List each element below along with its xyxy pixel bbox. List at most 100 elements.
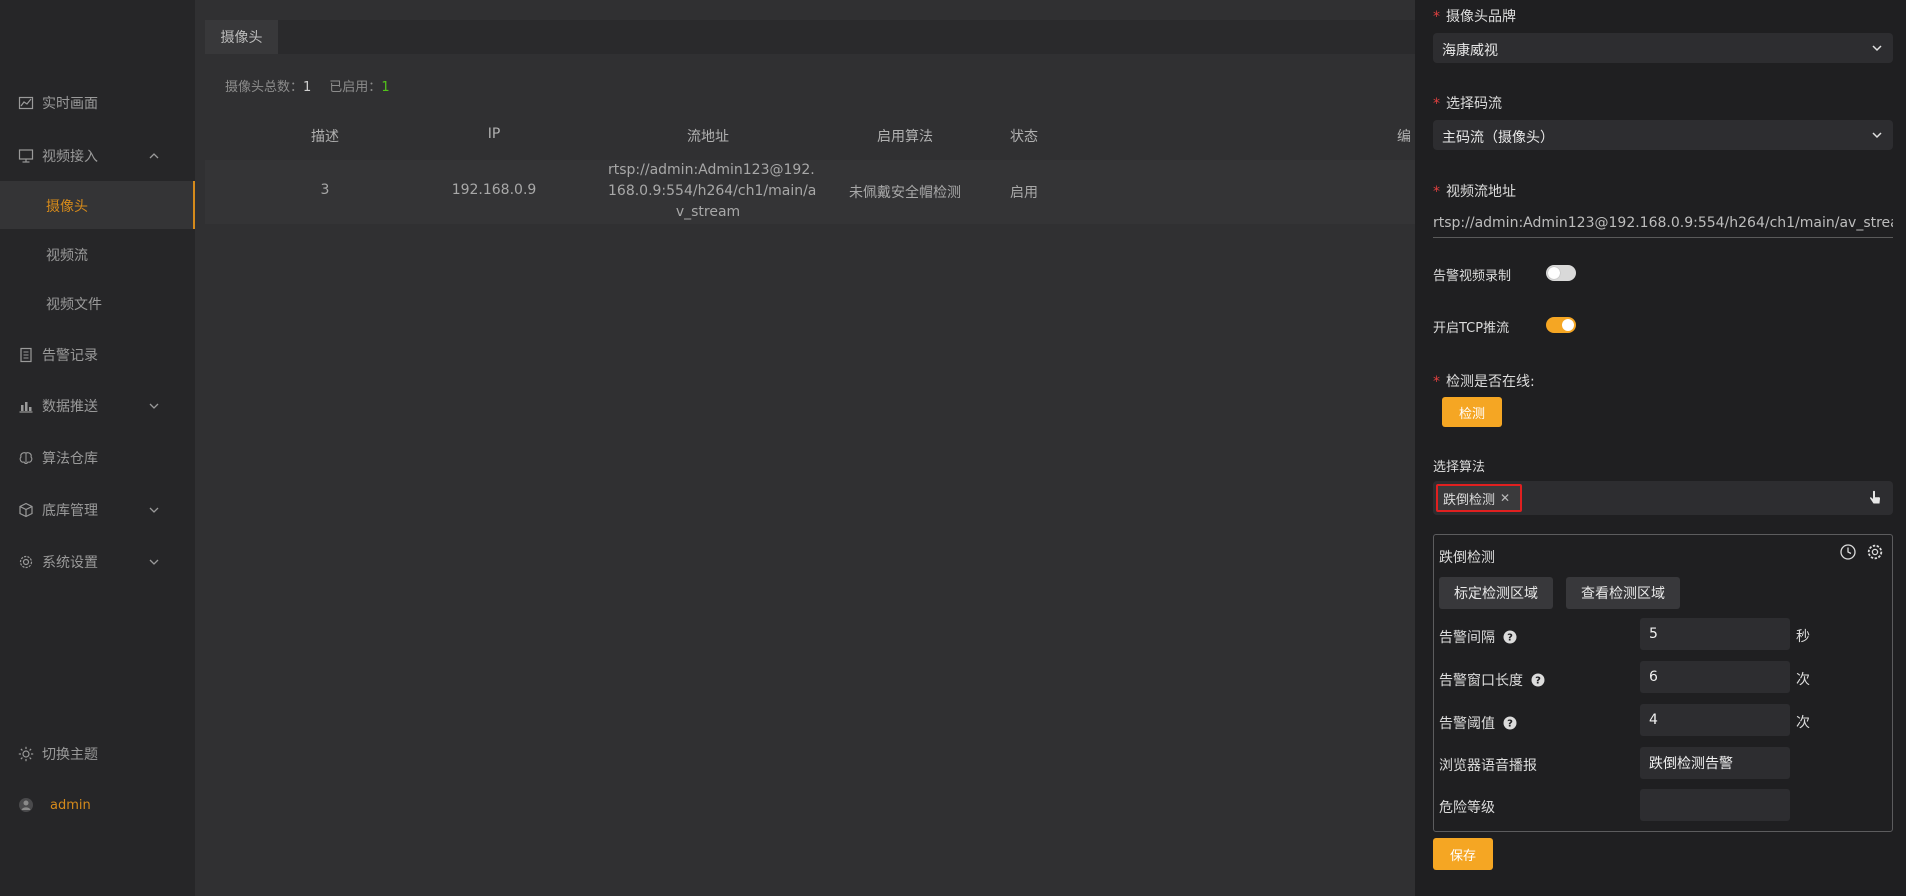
nav-label: 底库管理 <box>42 503 98 519</box>
online-check-label: * 检测是否在线: <box>1433 371 1535 391</box>
chevron-down-icon <box>149 559 159 565</box>
danger-level-label: 危险等级 <box>1439 800 1495 816</box>
column-header-stream[interactable]: 流地址 <box>608 126 808 146</box>
nav-item-alarm-records[interactable]: 告警记录 <box>0 338 195 372</box>
alarm-interval-input[interactable]: 5 <box>1640 618 1790 650</box>
cell-ip: 192.168.0.9 <box>451 182 537 198</box>
nav-label: 实时画面 <box>42 96 98 112</box>
toggle-knob <box>1562 319 1574 331</box>
tab-strip: 摄像头 <box>205 20 1415 54</box>
gear-icon <box>19 555 33 569</box>
column-header-description[interactable]: 描述 <box>275 126 375 146</box>
algorithm-multiselect[interactable]: 跌倒检测 ✕ <box>1433 481 1893 515</box>
monitor-icon <box>18 149 34 163</box>
stream-url-label-text: 视频流地址 <box>1446 184 1516 200</box>
nav-label: 算法仓库 <box>42 451 98 467</box>
brand-select-value: 海康威视 <box>1442 43 1498 59</box>
required-mark: * <box>1433 374 1440 390</box>
toggle-knob <box>1548 267 1560 279</box>
table-header: 描述 IP 流地址 启用算法 状态 编 <box>205 112 1415 158</box>
chevron-down-icon <box>1872 132 1882 139</box>
column-header-ip[interactable]: IP <box>434 126 554 142</box>
nav-item-realtime[interactable]: 实时画面 <box>0 86 195 120</box>
sub-item-label: 摄像头 <box>46 199 88 215</box>
mark-detection-area-button[interactable]: 标定检测区域 <box>1439 577 1553 609</box>
view-detection-area-button[interactable]: 查看检测区域 <box>1566 577 1680 609</box>
settings-icon[interactable] <box>1866 543 1884 561</box>
total-count: 1 <box>303 80 312 95</box>
sub-item-video-file[interactable]: 视频文件 <box>0 279 195 327</box>
stream-type-label-text: 选择码流 <box>1446 96 1502 112</box>
voice-broadcast-input[interactable]: 跌倒检测告警 <box>1640 747 1790 779</box>
camera-summary: 摄像头总数：1 已启用：1 <box>225 76 390 95</box>
brand-label: * 摄像头品牌 <box>1433 6 1516 26</box>
stream-url-input[interactable] <box>1433 208 1893 238</box>
sidebar: 实时画面 视频接入 摄像头 视频流 视频文件 告警记录 数据推送 算法仓库 底库… <box>0 0 195 896</box>
brand-select[interactable]: 海康威视 <box>1433 33 1893 63</box>
brand-label-text: 摄像头品牌 <box>1446 9 1516 25</box>
chart-icon <box>18 96 34 110</box>
alarm-window-unit: 次 <box>1796 672 1810 688</box>
required-mark: * <box>1433 9 1440 25</box>
stream-type-select[interactable]: 主码流（摄像头） <box>1433 120 1893 150</box>
danger-level-input[interactable] <box>1640 789 1790 821</box>
algorithm-tag-label: 跌倒检测 <box>1443 492 1496 508</box>
voice-broadcast-label: 浏览器语音播报 <box>1439 758 1537 774</box>
svg-text:?: ? <box>1535 676 1541 687</box>
sub-item-video-stream[interactable]: 视频流 <box>0 230 195 278</box>
cube-icon <box>19 502 33 518</box>
enabled-label: 已启用： <box>329 80 382 95</box>
username: admin <box>50 797 91 813</box>
alarm-interval-label: 告警间隔 ? <box>1439 627 1517 647</box>
stream-url-label: * 视频流地址 <box>1433 181 1516 201</box>
brain-icon <box>19 452 33 465</box>
nav-label: 告警记录 <box>42 348 98 364</box>
chevron-down-icon <box>149 507 159 513</box>
help-icon[interactable]: ? <box>1503 630 1517 644</box>
cell-status: 启用 <box>1010 185 1038 201</box>
svg-text:?: ? <box>1507 719 1513 730</box>
algorithm-label: 选择算法 <box>1433 460 1486 475</box>
nav-item-video-access[interactable]: 视频接入 <box>0 139 195 173</box>
save-button[interactable]: 保存 <box>1433 838 1493 870</box>
tag-remove-icon[interactable]: ✕ <box>1500 491 1510 505</box>
sub-item-camera[interactable]: 摄像头 <box>0 181 195 229</box>
tcp-push-toggle[interactable] <box>1546 317 1576 333</box>
help-icon[interactable]: ? <box>1503 716 1517 730</box>
theme-toggle-label: 切换主题 <box>42 747 98 763</box>
nav-label: 系统设置 <box>42 555 98 571</box>
nav-item-data-push[interactable]: 数据推送 <box>0 389 195 423</box>
cell-description: 3 <box>320 182 330 198</box>
nav-item-system-settings[interactable]: 系统设置 <box>0 545 195 579</box>
column-header-status[interactable]: 状态 <box>964 126 1084 146</box>
avatar <box>19 798 33 812</box>
alarm-threshold-label-text: 告警阈值 <box>1439 716 1495 732</box>
theme-toggle[interactable]: 切换主题 <box>0 737 195 771</box>
help-icon[interactable]: ? <box>1531 673 1545 687</box>
cell-stream-line: v_stream <box>675 204 741 220</box>
alarm-threshold-unit: 次 <box>1796 715 1810 731</box>
alarm-window-label: 告警窗口长度 ? <box>1439 670 1545 690</box>
sun-icon <box>18 746 34 762</box>
alarm-window-input[interactable]: 6 <box>1640 661 1790 693</box>
tcp-push-label: 开启TCP推流 <box>1433 321 1510 336</box>
alarm-record-toggle[interactable] <box>1546 265 1576 281</box>
user-menu[interactable]: admin <box>0 788 195 822</box>
table-row[interactable]: 3 192.168.0.9 rtsp://admin:Admin123@192.… <box>205 160 1415 224</box>
chevron-down-icon <box>149 403 159 409</box>
algorithm-config-title: 跌倒检测 <box>1439 550 1495 566</box>
enabled-count: 1 <box>381 80 390 95</box>
document-icon <box>20 347 32 363</box>
sub-item-label: 视频文件 <box>46 297 102 313</box>
alarm-threshold-input[interactable]: 4 <box>1640 704 1790 736</box>
nav-item-base-library[interactable]: 底库管理 <box>0 493 195 527</box>
nav-label: 数据推送 <box>42 399 98 415</box>
camera-edit-panel: * 摄像头品牌 海康威视 * 选择码流 主码流（摄像头） * 视频流地址 告警视频录制… <box>1415 0 1906 896</box>
chevron-up-icon <box>149 153 159 159</box>
pointer-hand-icon <box>1869 490 1880 504</box>
chevron-down-icon <box>1872 45 1882 52</box>
nav-item-algorithm-store[interactable]: 算法仓库 <box>0 441 195 475</box>
detect-button[interactable]: 检测 <box>1442 397 1502 427</box>
clock-icon[interactable] <box>1839 543 1857 561</box>
tab-camera[interactable]: 摄像头 <box>205 20 278 54</box>
